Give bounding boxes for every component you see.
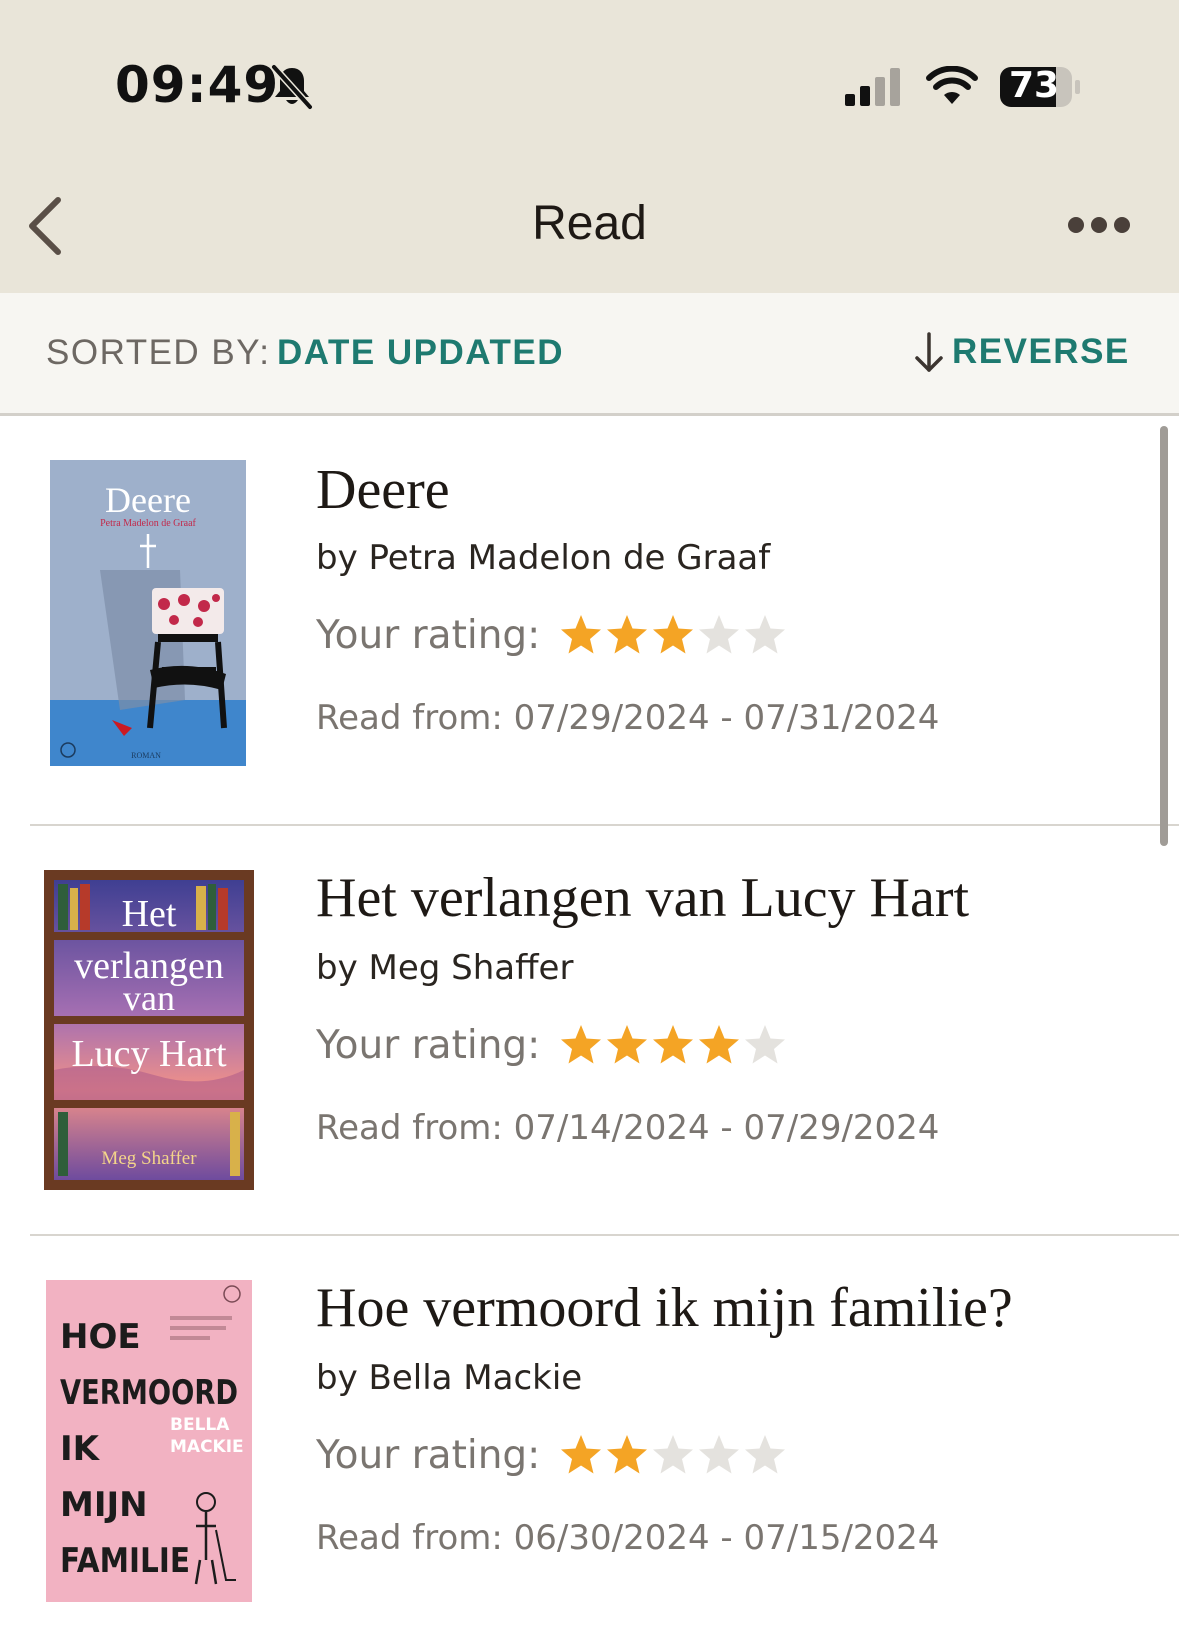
star-empty-icon[interactable] xyxy=(650,1432,696,1478)
cover-title-line1: HOE xyxy=(60,1317,141,1357)
cover-title-line3: van xyxy=(123,978,175,1018)
book-title[interactable]: Hoe vermoord ik mijn familie? xyxy=(316,1276,1013,1340)
page-title: Read xyxy=(532,197,647,250)
rating-row: Your rating: xyxy=(316,612,788,658)
status-time: 09:49 xyxy=(115,56,280,114)
scrollbar[interactable] xyxy=(1160,426,1168,846)
battery-level: 73 xyxy=(1008,65,1060,106)
cover-title-line5: FAMILIE xyxy=(60,1541,190,1581)
book-cover[interactable]: Deere Petra Madelon de Graaf ROMAN xyxy=(50,460,246,766)
book-list[interactable]: Deere Petra Madelon de Graaf ROMAN Deere… xyxy=(0,416,1179,1635)
star-filled-icon[interactable] xyxy=(604,1022,650,1068)
arrow-down-icon xyxy=(915,332,943,372)
star-filled-icon[interactable] xyxy=(558,1432,604,1478)
star-filled-icon[interactable] xyxy=(650,612,696,658)
star-filled-icon[interactable] xyxy=(650,1022,696,1068)
list-item[interactable]: Het verlangen van Lucy Hart Meg Shaffer … xyxy=(0,826,1179,1236)
bell-slash-icon xyxy=(271,64,313,110)
star-empty-icon[interactable] xyxy=(696,612,742,658)
cover-title: Deere xyxy=(105,480,191,520)
list-item[interactable]: HOE VERMOORD IK MIJN FAMILIE BELLA MACKI… xyxy=(0,1236,1179,1635)
book-author: by Bella Mackie xyxy=(316,1358,583,1398)
reverse-sort-button[interactable]: REVERSE xyxy=(912,329,1130,375)
star-rating[interactable] xyxy=(558,1432,788,1478)
cover-author-line2: MACKIE xyxy=(170,1437,244,1457)
cover-footer: ROMAN xyxy=(131,751,161,760)
cover-title-line2: VERMOORD xyxy=(60,1373,238,1413)
book-author: by Meg Shaffer xyxy=(316,948,574,988)
star-empty-icon[interactable] xyxy=(742,1022,788,1068)
rating-label: Your rating: xyxy=(316,612,541,658)
top-bar: 09:49 73 Read xyxy=(0,0,1179,293)
book-cover[interactable]: Het verlangen van Lucy Hart Meg Shaffer xyxy=(44,870,254,1190)
sort-label: SORTED BY: xyxy=(46,333,271,372)
cover-title-line3: IK xyxy=(60,1429,101,1469)
rating-label: Your rating: xyxy=(316,1432,541,1478)
cover-author-line1: BELLA xyxy=(170,1415,230,1435)
book-cover[interactable]: HOE VERMOORD IK MIJN FAMILIE BELLA MACKI… xyxy=(46,1280,252,1602)
list-item[interactable]: Deere Petra Madelon de Graaf ROMAN Deere… xyxy=(0,416,1179,826)
cover-author: Petra Madelon de Graaf xyxy=(100,518,196,529)
star-rating[interactable] xyxy=(558,612,788,658)
rating-row: Your rating: xyxy=(316,1022,788,1068)
sort-bar: SORTED BY: DATE UPDATED REVERSE xyxy=(0,293,1179,416)
read-dates: Read from: 07/14/2024 - 07/29/2024 xyxy=(316,1108,940,1148)
star-filled-icon[interactable] xyxy=(604,1432,650,1478)
star-filled-icon[interactable] xyxy=(558,1022,604,1068)
ellipsis-icon[interactable] xyxy=(1066,210,1132,240)
read-dates: Read from: 07/29/2024 - 07/31/2024 xyxy=(316,698,940,738)
rating-row: Your rating: xyxy=(316,1432,788,1478)
star-empty-icon[interactable] xyxy=(696,1432,742,1478)
star-filled-icon[interactable] xyxy=(696,1022,742,1068)
cover-title-line1: Het xyxy=(122,893,177,935)
cellular-signal-icon xyxy=(845,68,900,106)
cover-title-line4: Lucy Hart xyxy=(71,1033,227,1075)
reverse-label: REVERSE xyxy=(952,332,1130,371)
sort-option-button[interactable]: DATE UPDATED xyxy=(277,333,564,373)
book-author: by Petra Madelon de Graaf xyxy=(316,538,771,578)
book-title[interactable]: Het verlangen van Lucy Hart xyxy=(316,866,969,930)
cover-title-line4: MIJN xyxy=(60,1485,148,1525)
star-filled-icon[interactable] xyxy=(604,612,650,658)
wifi-icon xyxy=(926,66,978,104)
cover-author: Meg Shaffer xyxy=(101,1148,197,1169)
star-filled-icon[interactable] xyxy=(558,612,604,658)
read-dates: Read from: 06/30/2024 - 07/15/2024 xyxy=(316,1518,940,1558)
book-title[interactable]: Deere xyxy=(316,458,450,522)
star-rating[interactable] xyxy=(558,1022,788,1068)
star-empty-icon[interactable] xyxy=(742,612,788,658)
rating-label: Your rating: xyxy=(316,1022,541,1068)
star-empty-icon[interactable] xyxy=(742,1432,788,1478)
